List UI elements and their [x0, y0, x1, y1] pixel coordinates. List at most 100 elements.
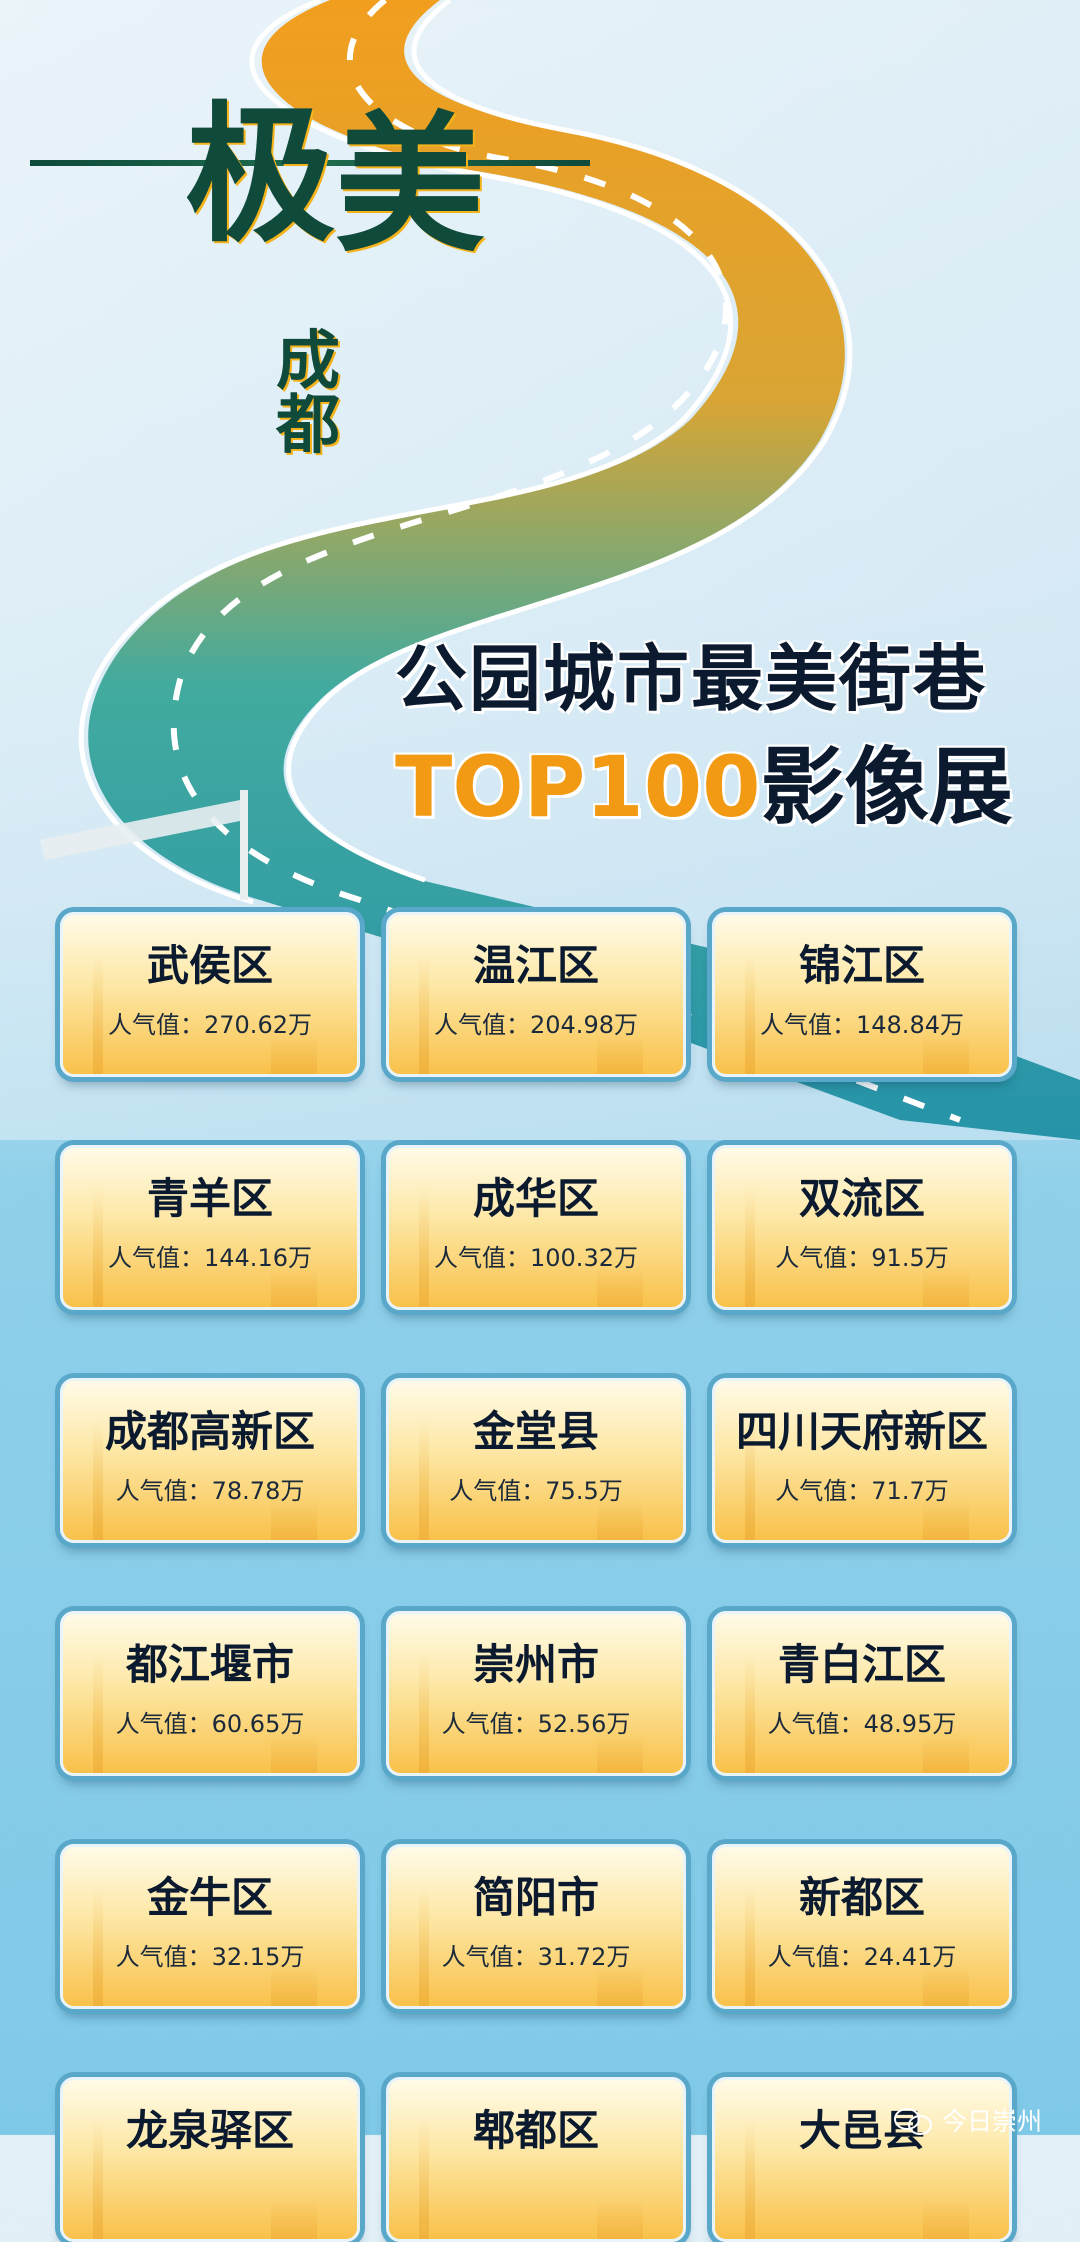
- popularity-label: 人气值：: [441, 1943, 538, 1971]
- logo-jimei: 极 美: [30, 100, 590, 340]
- district-name: 四川天府新区: [735, 1407, 988, 1456]
- watermark-text: 今日崇州: [941, 2107, 1042, 2136]
- district-popularity: 人气值：32.15万: [63, 1937, 357, 1972]
- popularity-label: 人气值：: [441, 1710, 538, 1738]
- district-popularity: 人气值：52.56万: [389, 1704, 683, 1739]
- popularity-label: 人气值：: [115, 1943, 212, 1971]
- district-card[interactable]: 龙泉驿区: [60, 2077, 360, 2242]
- district-name: 武侯区: [146, 941, 273, 990]
- district-popularity: 人气值：148.84万: [715, 1005, 1009, 1040]
- popularity-value: 144.16万: [204, 1244, 312, 1272]
- district-name: 简阳市: [472, 1873, 599, 1922]
- skyline-decoration: [923, 2199, 969, 2239]
- district-popularity: 人气值：24.41万: [715, 1937, 1009, 1972]
- skyline-decoration: [923, 1966, 969, 2006]
- district-card[interactable]: 锦江区人气值：148.84万: [712, 912, 1012, 1077]
- district-popularity: 人气值：31.72万: [389, 1937, 683, 1972]
- popularity-label: 人气值：: [767, 1943, 864, 1971]
- skyline-decoration: [597, 1034, 643, 1074]
- page-subtitle: TOP100影像展: [395, 720, 1013, 841]
- district-popularity: 人气值：270.62万: [63, 1005, 357, 1040]
- district-name: 青羊区: [146, 1174, 273, 1223]
- popularity-value: 48.95万: [863, 1710, 957, 1738]
- district-card[interactable]: 金牛区人气值：32.15万: [60, 1844, 360, 2009]
- district-name: 成都高新区: [104, 1407, 315, 1456]
- watermark: 今日崇州: [893, 2102, 1042, 2138]
- popularity-label: 人气值：: [449, 1477, 546, 1505]
- district-popularity: 人气值：204.98万: [389, 1005, 683, 1040]
- district-card[interactable]: 成华区 人气值：100.32万: [386, 1145, 686, 1310]
- popularity-label: 人气值：: [434, 1011, 530, 1039]
- skyline-decoration: [597, 1267, 643, 1307]
- page-title: 公园城市最美街巷: [395, 637, 988, 721]
- popularity-label: 人气值：: [108, 1244, 204, 1272]
- popularity-value: 148.84万: [856, 1011, 964, 1039]
- popularity-value: 91.5万: [871, 1244, 949, 1272]
- district-name: 金牛区: [146, 1873, 273, 1922]
- skyline-decoration: [923, 1267, 969, 1307]
- skyline-decoration: [271, 1733, 317, 1773]
- district-card[interactable]: 都江堰市人气值：60.65万: [60, 1611, 360, 1776]
- popularity-label: 人气值：: [760, 1011, 856, 1039]
- logo-char-mei: 美: [335, 97, 486, 273]
- district-card[interactable]: 武侯区人气值：270.62万: [60, 912, 360, 1077]
- skyline-decoration: [923, 1500, 969, 1540]
- skyline-decoration: [597, 1966, 643, 2006]
- popularity-value: 78.78万: [211, 1477, 305, 1505]
- subtitle-exhibition: 影像展: [760, 738, 1013, 836]
- district-card[interactable]: 成都高新区人气值：78.78万: [60, 1378, 360, 1543]
- popularity-label: 人气值：: [115, 1477, 212, 1505]
- district-card[interactable]: 崇州市人气值：52.56万: [386, 1611, 686, 1776]
- district-name: 新都区: [798, 1873, 925, 1922]
- district-name: 青白江区: [777, 1640, 946, 1689]
- district-popularity: 人气值：91.5万: [715, 1238, 1009, 1273]
- district-card[interactable]: 双流区人气值：91.5万: [712, 1145, 1012, 1310]
- district-name: 金堂县: [472, 1407, 599, 1456]
- popularity-label: 人气值：: [108, 1011, 204, 1039]
- district-card[interactable]: 青羊区人气值：144.16万: [60, 1145, 360, 1310]
- popularity-label: 人气值：: [115, 1710, 212, 1738]
- district-card[interactable]: 新都区人气值：24.41万: [712, 1844, 1012, 2009]
- skyline-decoration: [271, 1966, 317, 2006]
- logo-char-ji: 极: [185, 87, 336, 263]
- district-popularity: 人气值：71.7万: [715, 1471, 1009, 1506]
- district-name: 锦江区: [798, 941, 925, 990]
- wechat-icon: [893, 2106, 934, 2135]
- district-name: 郫都区: [472, 2106, 599, 2155]
- district-popularity: 人气值：60.65万: [63, 1704, 357, 1739]
- popularity-value: 32.15万: [211, 1943, 305, 1971]
- skyline-decoration: [923, 1733, 969, 1773]
- skyline-decoration: [271, 1267, 317, 1307]
- district-popularity: 人气值：48.95万: [715, 1704, 1009, 1739]
- popularity-label: 人气值：: [434, 1244, 530, 1272]
- popularity-value: 204.98万: [530, 1011, 638, 1039]
- skyline-decoration: [923, 1034, 969, 1074]
- district-card[interactable]: 简阳市人气值：31.72万: [386, 1844, 686, 2009]
- district-name: 龙泉驿区: [125, 2106, 294, 2155]
- skyline-decoration: [597, 1500, 643, 1540]
- district-name: 崇州市: [472, 1640, 599, 1689]
- skyline-decoration: [271, 1500, 317, 1540]
- popularity-value: 75.5万: [545, 1477, 623, 1505]
- district-name: 都江堰市: [125, 1640, 294, 1689]
- district-popularity: 人气值：144.16万: [63, 1238, 357, 1273]
- district-popularity: 人气值：78.78万: [63, 1471, 357, 1506]
- popularity-value: 52.56万: [537, 1710, 631, 1738]
- district-card[interactable]: 青白江区人气值：48.95万: [712, 1611, 1012, 1776]
- district-card[interactable]: 四川天府新区人气值：71.7万: [712, 1378, 1012, 1543]
- popularity-value: 270.62万: [204, 1011, 312, 1039]
- district-card[interactable]: 郫都区: [386, 2077, 686, 2242]
- popularity-label: 人气值：: [775, 1477, 872, 1505]
- district-card[interactable]: 金堂县人气值：75.5万: [386, 1378, 686, 1543]
- popularity-label: 人气值：: [767, 1710, 864, 1738]
- popularity-value: 100.32万: [530, 1244, 638, 1272]
- district-name: 双流区: [798, 1174, 925, 1223]
- skyline-decoration: [597, 2199, 643, 2239]
- district-card[interactable]: 温江区 人气值：204.98万: [386, 912, 686, 1077]
- skyline-decoration: [271, 1034, 317, 1074]
- popularity-value: 24.41万: [863, 1943, 957, 1971]
- district-popularity: 人气值：75.5万: [389, 1471, 683, 1506]
- logo-chengdu: 成都: [276, 325, 340, 463]
- popularity-value: 71.7万: [871, 1477, 949, 1505]
- skyline-decoration: [271, 2199, 317, 2239]
